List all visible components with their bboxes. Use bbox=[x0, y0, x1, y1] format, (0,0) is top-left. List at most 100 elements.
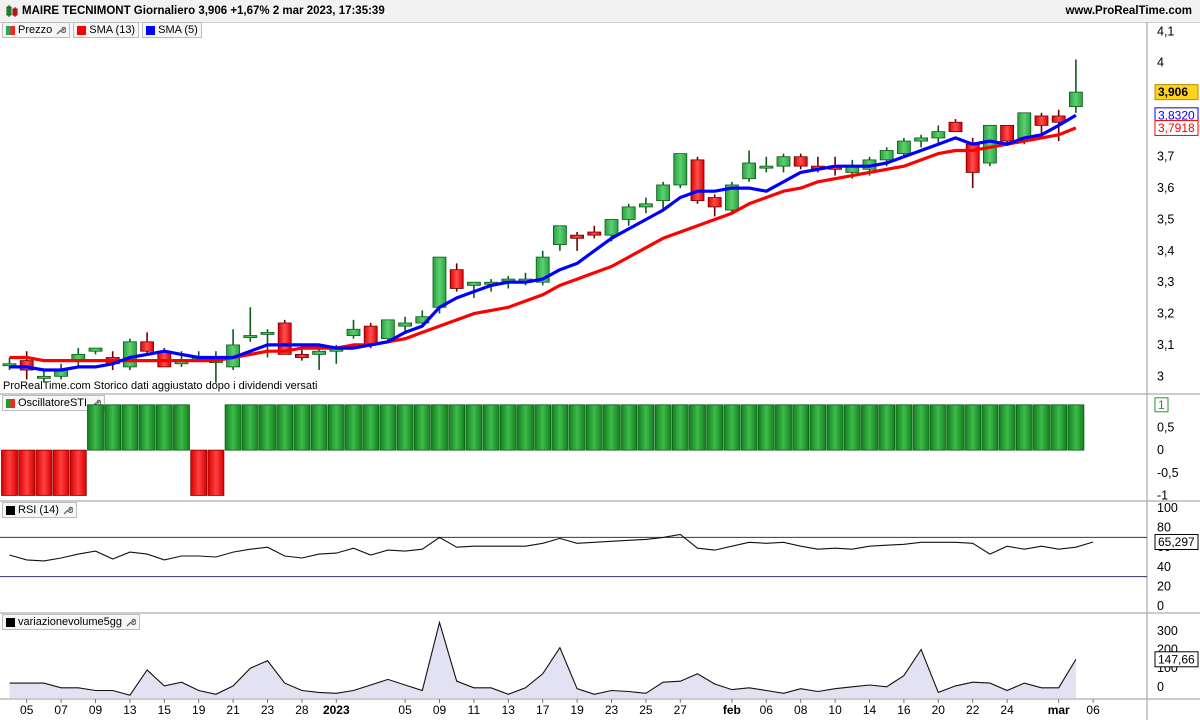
y-tick-label: 300 bbox=[1157, 624, 1178, 638]
candle-body bbox=[656, 184, 670, 202]
oscillator-bar bbox=[396, 404, 414, 451]
oscillator-bar bbox=[241, 404, 259, 451]
candle-body bbox=[518, 278, 533, 283]
legend-sma5[interactable]: SMA (5) bbox=[142, 22, 202, 38]
y-tick-label: 20 bbox=[1157, 579, 1171, 593]
oscillator-bar bbox=[740, 404, 758, 451]
oscillator-bar bbox=[517, 404, 534, 451]
x-tick-label: 25 bbox=[639, 703, 653, 717]
candle-body bbox=[983, 124, 997, 164]
x-axis: 05 07 09 13 15 19 21 23 28 2023 05 09 11 13 17 19 23 25 27… bbox=[20, 699, 1100, 717]
rsi-value-label-bg bbox=[1154, 534, 1199, 551]
candle-body bbox=[862, 159, 877, 170]
candle-body bbox=[879, 150, 894, 161]
candle-body bbox=[243, 335, 258, 338]
chart-canvas[interactable]: 3 3,1 3,2 3,3 3,4 3,5 3,6 3,7 4 4,1 3,906 3,83203,7… bbox=[0, 0, 1200, 720]
oscillator-bar bbox=[121, 404, 139, 451]
candle-body bbox=[260, 332, 275, 335]
y-tick-label: 4,1 bbox=[1157, 24, 1174, 38]
oscillator-bar bbox=[534, 404, 552, 451]
legend-volume[interactable]: variazionevolume5gg bbox=[2, 614, 140, 630]
candle-body bbox=[776, 156, 791, 167]
volume-panel: 300 200 100 0 147,66 bbox=[9, 620, 1199, 698]
rsi-value-label: 65,297 bbox=[1158, 535, 1195, 549]
wrench-icon[interactable] bbox=[125, 617, 136, 628]
wrench-icon[interactable] bbox=[62, 505, 73, 516]
candle-body bbox=[501, 278, 516, 282]
legend-oscillator[interactable]: OscillatoreSTI bbox=[2, 395, 106, 411]
oscillator-bar bbox=[568, 404, 586, 451]
oscillator-bar bbox=[155, 404, 173, 451]
oscillator-bar bbox=[69, 449, 87, 496]
x-tick-label: 15 bbox=[158, 703, 172, 717]
wrench-icon[interactable] bbox=[55, 25, 67, 36]
candle-body bbox=[398, 322, 413, 327]
oscillator-bar bbox=[603, 404, 620, 451]
sma5-swatch bbox=[146, 25, 156, 35]
candle-icon bbox=[6, 25, 15, 35]
oscillator-panel: 1 0,5 0 -0,5 -1 bbox=[1, 397, 1179, 502]
oscillator-bar bbox=[499, 404, 517, 451]
legend-rsi[interactable]: RSI (14) bbox=[2, 502, 77, 518]
candle-body bbox=[759, 165, 774, 169]
volume-line bbox=[9, 620, 1077, 696]
candle-body bbox=[294, 353, 309, 358]
oscillator-bar bbox=[947, 404, 964, 451]
candle-body bbox=[449, 269, 464, 289]
y-tick-label: 3,3 bbox=[1157, 275, 1174, 289]
oscillator-bar bbox=[757, 404, 775, 451]
x-tick-label: 19 bbox=[570, 703, 584, 717]
chart-title: MAIRE TECNIMONT Giornaliero 3,906 +1,67%… bbox=[22, 5, 385, 17]
y-tick-label: 3,6 bbox=[1157, 181, 1174, 195]
candle-body bbox=[1069, 91, 1083, 107]
rsi-swatch bbox=[6, 505, 15, 515]
candle-body bbox=[71, 353, 86, 362]
x-tick-label: 09 bbox=[89, 703, 103, 717]
y-tick-label: 3,7 bbox=[1157, 150, 1174, 164]
oscillator-bar bbox=[671, 404, 689, 451]
last-price-label-bg bbox=[1154, 84, 1199, 101]
y-tick-label: 3,2 bbox=[1157, 307, 1174, 321]
oscillator-bar bbox=[826, 404, 844, 451]
volume-value-label: 147,66 bbox=[1158, 652, 1195, 666]
y-tick-label: 100 bbox=[1157, 501, 1178, 515]
y-tick-label: 100 bbox=[1157, 661, 1178, 675]
wrench-icon[interactable] bbox=[90, 398, 102, 409]
y-tick-label: 4 bbox=[1157, 56, 1164, 70]
y-tick-label: 40 bbox=[1157, 560, 1171, 574]
oscillator-bar bbox=[276, 404, 294, 451]
oscillator-bar bbox=[482, 404, 500, 451]
oscillator-bar bbox=[465, 404, 483, 451]
y-tick-label: -1 bbox=[1157, 488, 1168, 502]
legend-price[interactable]: Prezzo bbox=[2, 22, 71, 38]
candle-body bbox=[604, 219, 619, 236]
oscillator-bar bbox=[448, 404, 466, 451]
oscillator-bar bbox=[637, 404, 655, 451]
oscillator-bar bbox=[723, 404, 741, 451]
x-tick-label: 09 bbox=[433, 703, 447, 717]
legend-sma5-label: SMA (5) bbox=[158, 24, 198, 36]
oscillator-bar bbox=[792, 404, 810, 451]
x-tick-label: 27 bbox=[674, 703, 688, 717]
candle-body bbox=[965, 143, 980, 173]
x-tick-label: 24 bbox=[1000, 703, 1014, 717]
oscillator-bar bbox=[620, 404, 638, 451]
oscillator-bar bbox=[1015, 404, 1033, 451]
y-tick-label: 80 bbox=[1157, 521, 1171, 535]
candle-body bbox=[191, 357, 206, 360]
footnote: ProRealTime.com Storico dati aggiustato … bbox=[3, 380, 318, 392]
candle-body bbox=[535, 256, 550, 283]
y-tick-label: 200 bbox=[1157, 643, 1178, 657]
candle-body bbox=[226, 344, 241, 368]
oscillator-bar bbox=[654, 404, 672, 451]
candle-body bbox=[707, 197, 722, 208]
x-tick-label: 28 bbox=[295, 703, 309, 717]
y-tick-label: 3,4 bbox=[1157, 244, 1174, 258]
candle-body bbox=[140, 341, 155, 352]
candle-body bbox=[208, 360, 223, 364]
oscillator-bar bbox=[173, 404, 190, 451]
candle-body bbox=[639, 203, 653, 208]
legend-sma13[interactable]: SMA (13) bbox=[73, 22, 140, 38]
oscillator-bar bbox=[87, 404, 104, 451]
website-label[interactable]: www.ProRealTime.com bbox=[1065, 5, 1192, 17]
